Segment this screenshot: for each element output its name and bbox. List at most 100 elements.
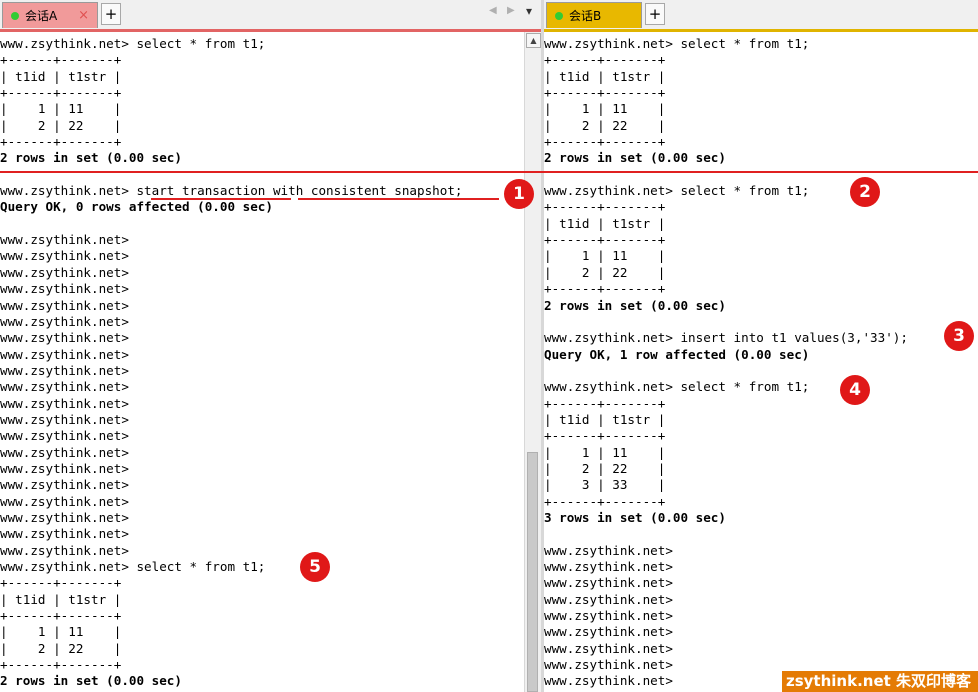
tab-scroll-left-icon[interactable]: ◀ [489, 5, 497, 16]
terminal-line: Query OK, 0 rows affected (0.00 sec) [0, 199, 273, 215]
terminal-line: www.zsythink.net> select * from t1; [544, 183, 810, 199]
terminal-line: +------+-------+ [0, 608, 122, 624]
terminal-line: | t1id | t1str | [544, 68, 666, 84]
terminal-line: | 2 | 22 | [544, 117, 666, 133]
terminal-line: | 3 | 33 | [544, 477, 666, 493]
terminal-line: www.zsythink.net> [0, 346, 129, 362]
connected-status-icon [555, 12, 563, 20]
terminal-line: 2 rows in set (0.00 sec) [544, 297, 726, 313]
terminal-line: 2 rows in set (0.00 sec) [0, 673, 182, 689]
terminal-line: www.zsythink.net> select * from t1; [0, 559, 266, 574]
terminal-line: +------+-------+ [544, 85, 666, 101]
tab-bar-session-b: 会话B + [544, 0, 978, 30]
new-tab-button[interactable]: + [645, 3, 665, 25]
terminal-line: www.zsythink.net> [0, 428, 129, 444]
tab-session-b[interactable]: 会话B [546, 2, 642, 28]
terminal-line: 3 rows in set (0.00 sec) [544, 509, 726, 525]
terminal-a-scrollbar[interactable]: ▲ [524, 32, 541, 692]
annotation-divider-line [0, 171, 978, 173]
terminal-line: www.zsythink.net> [0, 493, 129, 509]
terminal-line: www.zsythink.net> [0, 313, 129, 329]
terminal-line: www.zsythink.net> [0, 232, 129, 248]
terminal-line: | 1 | 11 | [544, 248, 666, 264]
connected-status-icon [11, 12, 19, 20]
new-tab-button[interactable]: + [101, 3, 121, 25]
terminal-line: Query OK, 1 row affected (0.00 sec) [544, 346, 810, 362]
annotation-step-2: 2 [850, 177, 880, 207]
annotation-underline-start-transaction [151, 198, 291, 200]
tab-session-b-label: 会话B [569, 9, 602, 23]
terminal-line: www.zsythink.net> [544, 575, 673, 591]
annotation-step-4: 4 [840, 375, 870, 405]
terminal-line: www.zsythink.net> [0, 542, 129, 558]
terminal-line: www.zsythink.net> [0, 362, 129, 378]
terminal-line: | 1 | 11 | [0, 624, 122, 640]
terminal-line: www.zsythink.net> [0, 379, 129, 395]
terminal-line: | 1 | 11 | [0, 101, 122, 117]
annotation-underline-consistent-snapshot [298, 198, 499, 200]
annotation-step-3: 3 [944, 321, 974, 351]
terminal-line: www.zsythink.net> start transaction with… [0, 183, 463, 199]
terminal-line: | t1id | t1str | [0, 68, 122, 84]
terminal-line: www.zsythink.net> [0, 509, 129, 525]
terminal-line: www.zsythink.net> [0, 477, 129, 493]
terminal-line: www.zsythink.net> select * from t1; [0, 36, 266, 51]
terminal-session-a[interactable]: www.zsythink.net> select * from t1; +----… [0, 32, 524, 692]
terminal-line: www.zsythink.net> [0, 395, 129, 411]
terminal-output-a: www.zsythink.net> select * from t1; +----… [0, 32, 524, 690]
terminal-line: www.zsythink.net> [0, 460, 129, 476]
terminal-line: | t1id | t1str | [544, 215, 666, 231]
annotation-step-1: 1 [504, 179, 534, 209]
terminal-line: +------+-------+ [544, 52, 666, 68]
terminal-line: | 1 | 11 | [544, 101, 666, 117]
close-tab-icon[interactable]: × [78, 3, 89, 29]
terminal-line: +------+-------+ [544, 232, 666, 248]
terminal-line: | t1id | t1str | [0, 591, 122, 607]
tab-session-a[interactable]: 会话A × [2, 2, 98, 28]
terminal-line: +------+-------+ [544, 395, 666, 411]
scroll-up-arrow-icon[interactable]: ▲ [526, 33, 541, 48]
tab-scroll-right-icon[interactable]: ▶ [507, 5, 515, 16]
scrollbar-thumb[interactable] [527, 452, 538, 692]
terminal-line: +------+-------+ [0, 134, 122, 150]
terminal-line: +------+-------+ [0, 85, 122, 101]
terminal-line: | 2 | 22 | [0, 117, 122, 133]
tab-list-dropdown-icon[interactable]: ▾ [526, 4, 532, 18]
terminal-line: +------+-------+ [544, 199, 666, 215]
terminal-line: www.zsythink.net> insert into t1 values(… [544, 330, 908, 346]
terminal-line: +------+-------+ [0, 575, 122, 591]
terminal-line: +------+-------+ [544, 428, 666, 444]
terminal-line: +------+-------+ [0, 52, 122, 68]
terminal-line: www.zsythink.net> [544, 608, 673, 624]
terminal-line: www.zsythink.net> [0, 297, 129, 313]
terminal-line: www.zsythink.net> [0, 411, 129, 427]
tab-bar-session-a: 会话A × + ◀ ▶ ▾ [0, 0, 541, 30]
terminal-line: +------+-------+ [544, 493, 666, 509]
terminal-line: | 2 | 22 | [544, 264, 666, 280]
terminal-line: www.zsythink.net> [0, 248, 129, 264]
tab-session-a-label: 会话A [25, 9, 58, 23]
terminal-line: www.zsythink.net> [0, 264, 129, 280]
terminal-line: www.zsythink.net> [544, 591, 673, 607]
terminal-line: 2 rows in set (0.00 sec) [544, 150, 726, 166]
terminal-line: | 1 | 11 | [544, 444, 666, 460]
terminal-output-b: www.zsythink.net> select * from t1; +----… [544, 32, 978, 692]
terminal-line: www.zsythink.net> select * from t1; [544, 379, 810, 395]
terminal-line: www.zsythink.net> select * from t1; [544, 36, 810, 51]
terminal-line: +------+-------+ [0, 657, 122, 673]
terminal-line: www.zsythink.net> [544, 542, 673, 558]
annotation-step-5: 5 [300, 552, 330, 582]
terminal-line: +------+-------+ [544, 134, 666, 150]
terminal-line: | 2 | 22 | [544, 460, 666, 476]
terminal-line: | 2 | 22 | [0, 640, 122, 656]
terminal-line: 2 rows in set (0.00 sec) [0, 150, 182, 166]
terminal-line: | t1id | t1str | [544, 411, 666, 427]
terminal-line: www.zsythink.net> [0, 330, 129, 346]
terminal-session-b[interactable]: www.zsythink.net> select * from t1; +----… [544, 32, 978, 692]
terminal-line: www.zsythink.net> [544, 559, 673, 574]
terminal-line: www.zsythink.net> [0, 281, 129, 297]
